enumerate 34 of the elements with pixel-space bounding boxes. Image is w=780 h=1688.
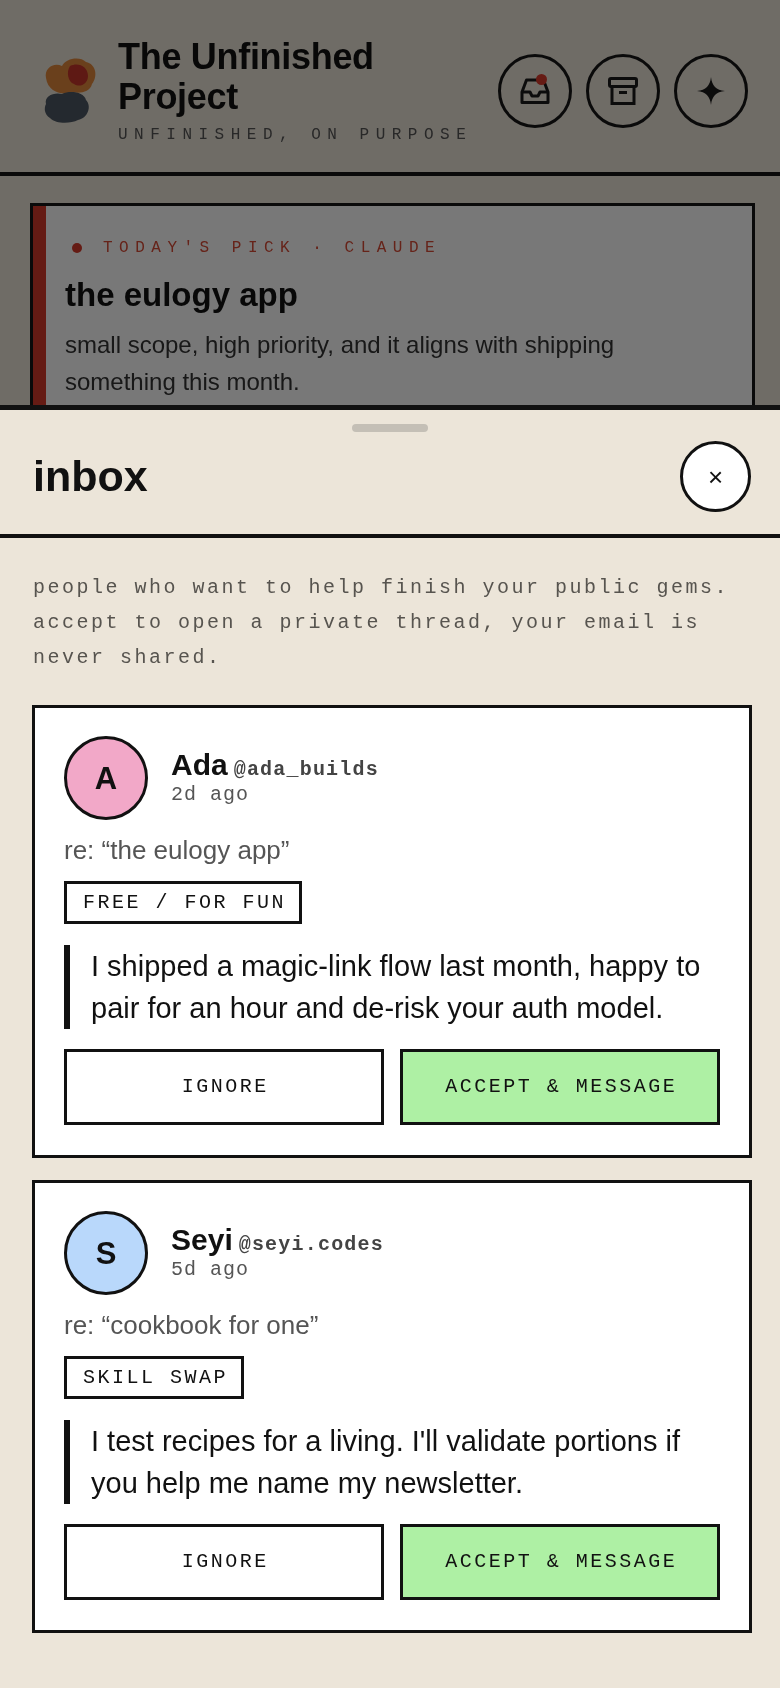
message-quote: I shipped a magic-link flow last month, happy to pair for an hour and de-risk your auth model. bbox=[64, 945, 720, 1029]
offer-tag: SKILL SWAP bbox=[64, 1356, 245, 1399]
ignore-button[interactable]: IGNORE bbox=[64, 1049, 384, 1125]
intro-text: people who want to help finish your public gems. accept to open a private thread, your email is never shared. bbox=[32, 575, 731, 671]
ignore-button[interactable]: IGNORE bbox=[64, 1524, 384, 1600]
accept-button[interactable]: ACCEPT & MESSAGE bbox=[400, 1524, 720, 1600]
offer-tag: FREE / FOR FUN bbox=[64, 881, 303, 924]
pick-title: the eulogy app bbox=[65, 275, 299, 315]
dot-icon bbox=[72, 243, 82, 253]
sparkle-icon bbox=[697, 77, 725, 105]
avatar: S bbox=[64, 1211, 148, 1295]
message-quote: I test recipes for a living. I'll validate portions if you help me name my newsletter. bbox=[64, 1420, 720, 1504]
drag-handle[interactable] bbox=[352, 424, 428, 432]
avatar: A bbox=[64, 736, 148, 820]
inbox-tray-icon bbox=[519, 77, 551, 105]
timestamp: 2d ago bbox=[171, 781, 250, 808]
sparkle-button[interactable] bbox=[674, 54, 748, 128]
timestamp: 5d ago bbox=[171, 1256, 250, 1283]
archive-box-button[interactable] bbox=[586, 54, 660, 128]
archive-box-icon bbox=[608, 77, 638, 105]
accept-button[interactable]: ACCEPT & MESSAGE bbox=[400, 1049, 720, 1125]
pick-reason: small scope, high priority, and it aligns with shipping something this month. bbox=[65, 330, 616, 397]
sender-handle: @seyi.codes bbox=[238, 1232, 384, 1257]
inbox-tray-button[interactable] bbox=[498, 54, 572, 128]
app-title: The Unfinished Project bbox=[118, 37, 375, 117]
close-button[interactable]: × bbox=[680, 441, 751, 512]
sender-name: Seyi bbox=[171, 1223, 233, 1256]
project-reference: re: “cookbook for one” bbox=[64, 1310, 320, 1340]
pick-label: TODAY'S PICK · CLAUDE bbox=[103, 238, 442, 258]
sheet-title: inbox bbox=[33, 455, 148, 498]
project-reference: re: “the eulogy app” bbox=[64, 835, 291, 865]
app-tagline: UNFINISHED, ON PURPOSE bbox=[118, 125, 473, 145]
sender-name: Ada bbox=[171, 748, 228, 781]
sender-handle: @ada_builds bbox=[233, 757, 379, 782]
